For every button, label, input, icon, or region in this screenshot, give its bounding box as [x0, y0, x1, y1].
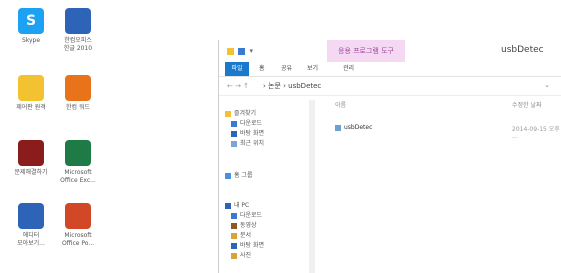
- explorer-window: ▾ 응용 프로그램 도구 usbDetec 파일 홈 공유 보기 관리 ← → …: [218, 40, 561, 273]
- tab-manage[interactable]: 관리: [343, 62, 354, 76]
- nav-pc-desktop[interactable]: 바탕 화면: [231, 240, 264, 249]
- video-icon: [231, 222, 237, 229]
- tab-home[interactable]: 홈: [259, 62, 265, 76]
- nav-desktop[interactable]: 바탕 화면: [231, 128, 264, 137]
- star-icon: [225, 110, 231, 117]
- application-icon: [335, 124, 341, 131]
- desktop-icon-editor[interactable]: 에디터 모아보기...: [5, 203, 57, 248]
- desktop-icon-label: 문제해결하기: [14, 169, 48, 176]
- file-name: usbDetec: [335, 124, 372, 131]
- homegroup-icon: [225, 172, 231, 179]
- download-icon: [231, 120, 237, 127]
- desktop-icon-label: 에디터 모아보기...: [17, 232, 45, 247]
- desktop-icon-control[interactable]: 제어판 원격: [5, 75, 57, 112]
- download-icon: [231, 212, 237, 219]
- column-name[interactable]: 이름: [335, 100, 346, 109]
- hwp-icon: [65, 8, 91, 34]
- desktop-icon-skype[interactable]: S Skype: [5, 8, 57, 45]
- tool-context-label: 응용 프로그램 도구: [327, 40, 405, 62]
- nav-favorites[interactable]: 즐겨찾기: [225, 108, 256, 117]
- file-list: 이름 수정한 날짜 usbDetec 2014-09-15 오후 ...: [327, 100, 561, 273]
- desktop-icon-hwp[interactable]: 한컴오피스 한글 2010: [52, 8, 104, 53]
- desktop-icon-label: Microsoft Office Po...: [61, 232, 95, 247]
- nav-pc-downloads[interactable]: 다운로드: [231, 210, 262, 219]
- desktop-icon-label: 한컴오피스 한글 2010: [63, 37, 93, 52]
- desktop-icon-label: Microsoft Office Exc...: [60, 169, 96, 184]
- nav-downloads[interactable]: 다운로드: [231, 118, 262, 127]
- desktop-icon: [231, 130, 237, 137]
- nav-this-pc[interactable]: 내 PC: [225, 200, 249, 209]
- recent-icon: [231, 140, 237, 147]
- quick-access-toolbar[interactable]: ▾: [227, 47, 253, 55]
- control-panel-icon: [18, 75, 44, 101]
- book-icon: [18, 140, 44, 166]
- file-row[interactable]: usbDetec 2014-09-15 오후 ...: [327, 124, 561, 140]
- save-icon: [238, 47, 246, 55]
- desktop-icon-label: Skype: [21, 37, 41, 44]
- address-bar[interactable]: ← → ↑ › 논문 › usbDetec ⌄: [219, 77, 561, 96]
- nav-videos[interactable]: 동영상: [231, 220, 257, 229]
- nav-scrollbar[interactable]: [309, 100, 315, 273]
- tab-file[interactable]: 파일: [225, 62, 249, 76]
- computer-icon: [225, 202, 231, 209]
- nav-recent[interactable]: 최근 위치: [231, 138, 264, 147]
- skype-icon: S: [18, 8, 44, 34]
- desktop-icon-ppt[interactable]: Microsoft Office Po...: [52, 203, 104, 248]
- hancom-word-icon: [65, 75, 91, 101]
- tab-view[interactable]: 보기: [307, 62, 318, 76]
- tool-icon: [18, 203, 44, 229]
- title-bar: ▾ 응용 프로그램 도구 usbDetec: [219, 40, 561, 62]
- desktop-icon: [231, 242, 237, 249]
- ribbon-tabs: 파일 홈 공유 보기 관리: [219, 62, 561, 77]
- window-title: usbDetec: [501, 45, 544, 55]
- folder-icon: [227, 47, 234, 55]
- nav-buttons[interactable]: ← → ↑: [227, 82, 249, 90]
- nav-documents[interactable]: 문서: [231, 230, 251, 239]
- dropdown-icon: ▾: [249, 47, 253, 55]
- tab-share[interactable]: 공유: [281, 62, 292, 76]
- nav-pictures[interactable]: 사진: [231, 250, 251, 259]
- desktop-icon-label: 제어판 원격: [16, 104, 46, 111]
- nav-homegroup[interactable]: 홈 그룹: [225, 170, 252, 179]
- powerpoint-icon: [65, 203, 91, 229]
- desktop-icon-excel[interactable]: Microsoft Office Exc...: [52, 140, 104, 185]
- column-date[interactable]: 수정한 날짜: [512, 100, 542, 109]
- picture-icon: [231, 252, 237, 259]
- file-date: 2014-09-15 오후 ...: [512, 126, 560, 140]
- desktop-icon-hword[interactable]: 한컴 워드: [52, 75, 104, 112]
- chevron-down-icon[interactable]: ⌄: [544, 81, 550, 89]
- breadcrumb[interactable]: › 논문 › usbDetec: [263, 81, 321, 91]
- excel-icon: [65, 140, 91, 166]
- document-icon: [231, 232, 237, 239]
- desktop-icon-troubleshoot[interactable]: 문제해결하기: [5, 140, 57, 177]
- desktop-icon-label: 한컴 워드: [66, 104, 90, 111]
